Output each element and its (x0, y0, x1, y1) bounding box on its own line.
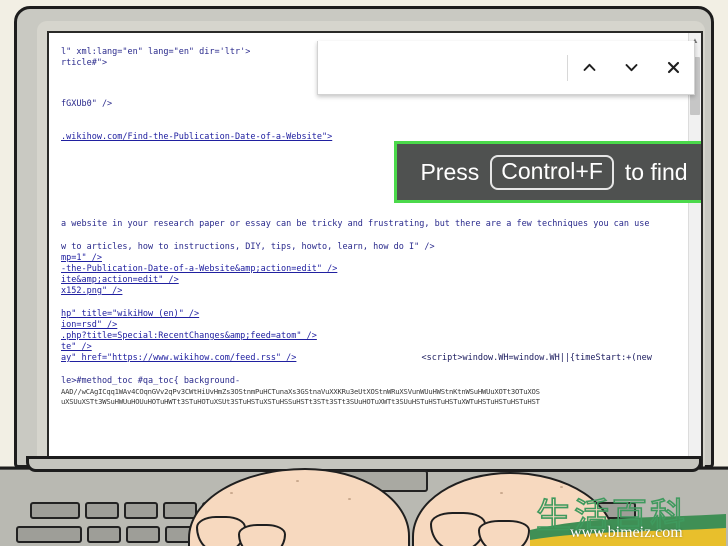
source-link-text[interactable]: ion=rsd" /> (61, 320, 117, 330)
source-line: le>#method_toc #qa_toc{ background- (61, 376, 241, 386)
source-line: a website in your research paper or essa… (61, 219, 650, 229)
source-line-link-with-script: ay" href="https://www.wikihow.com/feed.r… (61, 353, 689, 364)
source-line-link: ion=rsd" /> (61, 320, 689, 331)
hand-detail (560, 486, 563, 488)
hand-detail (500, 492, 503, 494)
source-inline-script: <script>window.WH=window.WH||{timeStart:… (421, 353, 652, 363)
source-line-link: te" /> (61, 342, 689, 353)
find-previous-button[interactable] (568, 41, 610, 94)
source-link-text[interactable]: te" /> (61, 342, 92, 352)
source-link-text[interactable]: .php?title=Special:RecentChanges&amp;fee… (61, 331, 317, 341)
keyboard-shortcut-hint: Press Control+F to find (394, 141, 701, 203)
chevron-down-icon (625, 64, 637, 72)
keyboard-key[interactable] (126, 526, 160, 543)
source-line-link: hp" title="wikiHow (en)" /> (61, 309, 689, 320)
close-x-icon (667, 61, 679, 74)
source-link-text[interactable]: mp=1" /> (61, 253, 102, 263)
source-link-text[interactable]: -the-Publication-Date-of-a-Website&amp;a… (61, 264, 337, 274)
keyboard-key[interactable] (163, 502, 197, 519)
find-input[interactable] (318, 41, 567, 94)
source-line: fGXUb0" /> (61, 99, 113, 109)
source-line: w to articles, how to instructions, DIY,… (61, 242, 435, 252)
source-line-link: ite&amp;action=edit" /> (61, 275, 689, 286)
left-hand-finger (238, 524, 286, 546)
source-line-link: x152.png" /> (61, 286, 689, 297)
find-close-button[interactable] (652, 41, 694, 94)
keyboard-key[interactable] (30, 502, 80, 519)
keyboard-key[interactable] (87, 526, 121, 543)
page-source-view: l" xml:lang="en" lang="en" dir='ltr'> rt… (49, 33, 689, 469)
keyboard-key[interactable] (16, 526, 82, 543)
source-gap (61, 297, 689, 309)
keyboard-key[interactable] (85, 502, 119, 519)
hint-shortcut-key: Control+F (490, 154, 614, 190)
hand-detail (296, 480, 299, 482)
laptop-screen: l" xml:lang="en" lang="en" dir='ltr'> rt… (47, 31, 703, 471)
find-bar[interactable] (317, 41, 695, 95)
source-gap (61, 364, 689, 376)
source-gap (61, 230, 689, 242)
source-link-text[interactable]: ite&amp;action=edit" /> (61, 275, 179, 285)
screenshot-stage: l" xml:lang="en" lang="en" dir='ltr'> rt… (0, 0, 728, 546)
source-gap (61, 110, 689, 132)
source-base64-line: AAD//wCAgICqq1WAv4COqnGVv2qPv3CWtHiUvHmZ… (61, 387, 540, 396)
laptop-lid: l" xml:lang="en" lang="en" dir='ltr'> rt… (14, 6, 714, 471)
hint-press-label: Press (420, 158, 480, 185)
source-line-link: -the-Publication-Date-of-a-Website&amp;a… (61, 264, 689, 275)
source-base64-line: uXSUuXSTt3WSuHWUuHOUuHOTuHWTt3STuHOTuXSU… (61, 396, 540, 406)
hand-detail (348, 498, 351, 500)
hint-action-label: to find (624, 158, 688, 185)
source-line-link: mp=1" /> (61, 253, 689, 264)
keyboard-key[interactable] (124, 502, 158, 519)
source-link-text[interactable]: .wikihow.com/Find-the-Publication-Date-o… (61, 132, 332, 142)
source-gap (61, 203, 689, 219)
find-next-button[interactable] (610, 41, 652, 94)
source-link-text[interactable]: ay" href="https://www.wikihow.com/feed.r… (61, 353, 296, 363)
keyboard-key[interactable] (609, 526, 675, 543)
source-line-link: .php?title=Special:RecentChanges&amp;fee… (61, 331, 689, 342)
hand-detail (230, 492, 233, 494)
right-hand-finger (478, 520, 530, 546)
vertical-scrollbar[interactable]: ▲ (688, 33, 701, 469)
chevron-up-icon (583, 63, 595, 71)
source-link-text[interactable]: x152.png" /> (61, 286, 122, 296)
source-link-text[interactable]: hp" title="wikiHow (en)" /> (61, 309, 199, 319)
